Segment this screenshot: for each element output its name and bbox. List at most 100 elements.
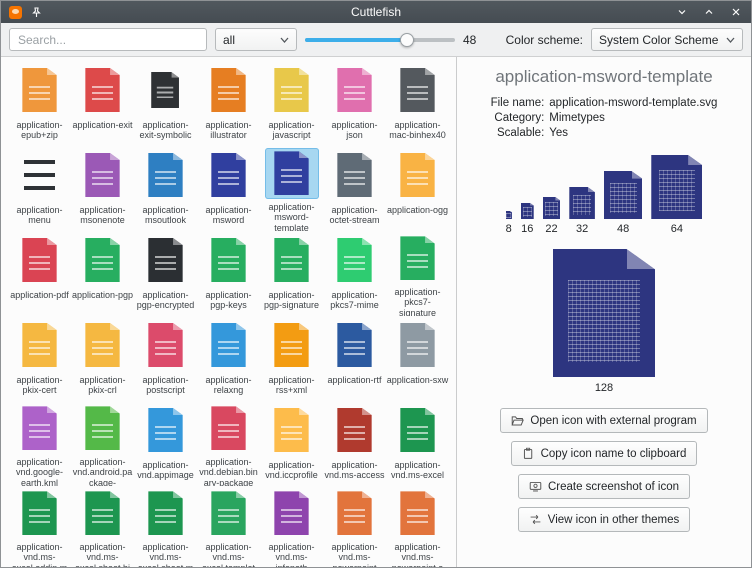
icon-name-label: application-pkix-crl [72, 375, 134, 396]
icon-grid-cell[interactable]: application-vnd.ms-powerpoint.a [386, 486, 449, 567]
size-value-label: 32 [576, 223, 588, 235]
icon-grid-cell[interactable]: application-pgp [71, 231, 134, 316]
icon-grid-cell[interactable]: application-javascript [260, 61, 323, 146]
icon-grid-cell[interactable]: application-vnd.ms-excel.templat [197, 486, 260, 567]
screenshot-button[interactable]: Create screenshot of icon [518, 474, 690, 499]
close-button[interactable] [729, 5, 743, 19]
icon-grid-cell[interactable]: application-postscript [134, 316, 197, 401]
icon-grid-cell[interactable]: application-pkcs7-mime [323, 231, 386, 316]
pin-icon[interactable] [29, 5, 43, 19]
icon-preview-box [139, 318, 193, 372]
copy-name-button[interactable]: Copy icon name to clipboard [511, 441, 698, 466]
icon-size-preview [543, 197, 561, 219]
icon-grid-cell[interactable]: application-mac-binhex40 [386, 61, 449, 146]
icon-grid-cell[interactable]: application-pdf [8, 231, 71, 316]
icon-grid-cell[interactable]: application-rtf [323, 316, 386, 401]
icon-grid-cell[interactable]: application-json [323, 61, 386, 146]
icon-grid-cell[interactable]: application-relaxng [197, 316, 260, 401]
icon-grid-cell[interactable]: application-vnd.appimage [134, 401, 197, 486]
icon-grid-cell[interactable]: application-vnd.ms-excel.addin.m [8, 486, 71, 567]
icon-size-value: 48 [463, 33, 481, 47]
size-previews: 8 16 22 32 [506, 155, 703, 235]
icon-grid-cell[interactable]: application-msword-template [260, 146, 323, 231]
icon-grid-cell[interactable]: application-sxw [386, 316, 449, 401]
icon-grid-cell[interactable]: application-msoutlook [134, 146, 197, 231]
icon-name-label: application-pkix-cert [9, 375, 71, 396]
icon-preview-box [76, 488, 130, 539]
themes-shuffle-icon [529, 513, 542, 526]
icon-name-label: application-rtf [324, 375, 386, 385]
color-scheme-dropdown[interactable]: System Color Scheme [591, 28, 743, 51]
icon-name-label: application-exit-symbolic [135, 120, 197, 141]
icon-preview-box [13, 403, 67, 454]
icon-grid-cell[interactable]: application-exit [71, 61, 134, 146]
icon-grid-cell[interactable]: application-pgp-keys [197, 231, 260, 316]
search-input[interactable] [9, 28, 207, 51]
icon-grid-cell[interactable]: application-vnd.ms-excel.sheet.m [134, 486, 197, 567]
icon-grid-cell[interactable]: application-epub+zip [8, 61, 71, 146]
category-dropdown[interactable]: all [215, 28, 297, 51]
icon-grid-cell[interactable]: application-rss+xml [260, 316, 323, 401]
mimetype-icon [337, 238, 371, 282]
titlebar-left [9, 5, 139, 19]
icon-grid-cell[interactable]: application-vnd.android.package- [71, 401, 134, 486]
icon-grid-cell[interactable]: application-vnd.ms-excel.sheet.bi [71, 486, 134, 567]
mimetype-icon [211, 406, 245, 450]
icon-grid-cell[interactable]: application-pkix-cert [8, 316, 71, 401]
color-scheme-label: Color scheme: [506, 33, 583, 47]
icon-grid-cell[interactable]: application-illustrator [197, 61, 260, 146]
icon-name-label: application-javascript [261, 120, 323, 141]
slider-fill [305, 38, 407, 42]
field-value: application-msword-template.svg [549, 97, 717, 109]
slider-handle[interactable] [400, 33, 414, 47]
icon-name-label: application-vnd.ms-infopath [261, 542, 323, 567]
size-value-label: 22 [545, 223, 557, 235]
icon-grid-cell[interactable]: application-vnd.google-earth.kml [8, 401, 71, 486]
mimetype-icon [274, 408, 308, 452]
minimize-button[interactable] [675, 5, 689, 19]
mimetype-icon [22, 406, 56, 450]
icon-grid-cell[interactable]: application-exit-symbolic [134, 61, 197, 146]
icon-grid-cell[interactable]: application-ogg [386, 146, 449, 231]
icon-grid-cell[interactable]: application-pgp-encrypted [134, 231, 197, 316]
mimetype-icon [400, 323, 434, 367]
icon-grid-cell[interactable]: application-vnd.ms-access [323, 401, 386, 486]
icon-preview-box [76, 148, 130, 202]
mimetype-icon [274, 151, 308, 195]
icon-preview-box [328, 148, 382, 202]
mimetype-icon [85, 491, 119, 535]
icon-name-label: application-sxw [387, 375, 449, 385]
icon-preview-box [13, 148, 67, 202]
copy-name-label: Copy icon name to clipboard [541, 448, 687, 460]
icon-grid-cell[interactable]: application-pkix-crl [71, 316, 134, 401]
icon-size-slider[interactable] [305, 31, 455, 49]
screenshot-icon [529, 480, 542, 493]
icon-name-label: application-vnd.google-earth.kml [9, 457, 71, 486]
icon-name-label: application-ogg [387, 205, 449, 215]
icon-grid-cell[interactable]: application-msonenote [71, 146, 134, 231]
icon-grid-cell[interactable]: application-menu [8, 146, 71, 231]
icon-grid-cell[interactable]: application-pkcs7-signature [386, 231, 449, 316]
mimetype-icon [22, 153, 56, 197]
icon-grid-cell[interactable]: application-msword [197, 146, 260, 231]
icon-name-label: application-pdf [9, 290, 71, 300]
view-other-themes-button[interactable]: View icon in other themes [518, 507, 690, 532]
icon-preview-box [328, 63, 382, 117]
icon-preview-box [391, 403, 445, 457]
icon-name-label: application-vnd.ms-excel.sheet.m [135, 542, 197, 567]
mimetype-icon [274, 238, 308, 282]
icon-name-label: application-rss+xml [261, 375, 323, 396]
mimetype-icon [400, 68, 434, 112]
icon-grid-cell[interactable]: application-vnd.iccprofile [260, 401, 323, 486]
icon-grid-cell[interactable]: application-octet-stream [323, 146, 386, 231]
field-label: Category: [491, 112, 545, 124]
titlebar-right [613, 5, 743, 19]
icon-grid-cell[interactable]: application-pgp-signature [260, 231, 323, 316]
open-external-button[interactable]: Open icon with external program [500, 408, 707, 433]
maximize-button[interactable] [702, 5, 716, 19]
icon-grid-cell[interactable]: application-vnd.ms-excel [386, 401, 449, 486]
icon-grid-cell[interactable]: application-vnd.ms-infopath [260, 486, 323, 567]
mimetype-icon [85, 323, 119, 367]
icon-grid-cell[interactable]: application-vnd.debian.binary-package [197, 401, 260, 486]
icon-grid-cell[interactable]: application-vnd.ms-powerpoint [323, 486, 386, 567]
